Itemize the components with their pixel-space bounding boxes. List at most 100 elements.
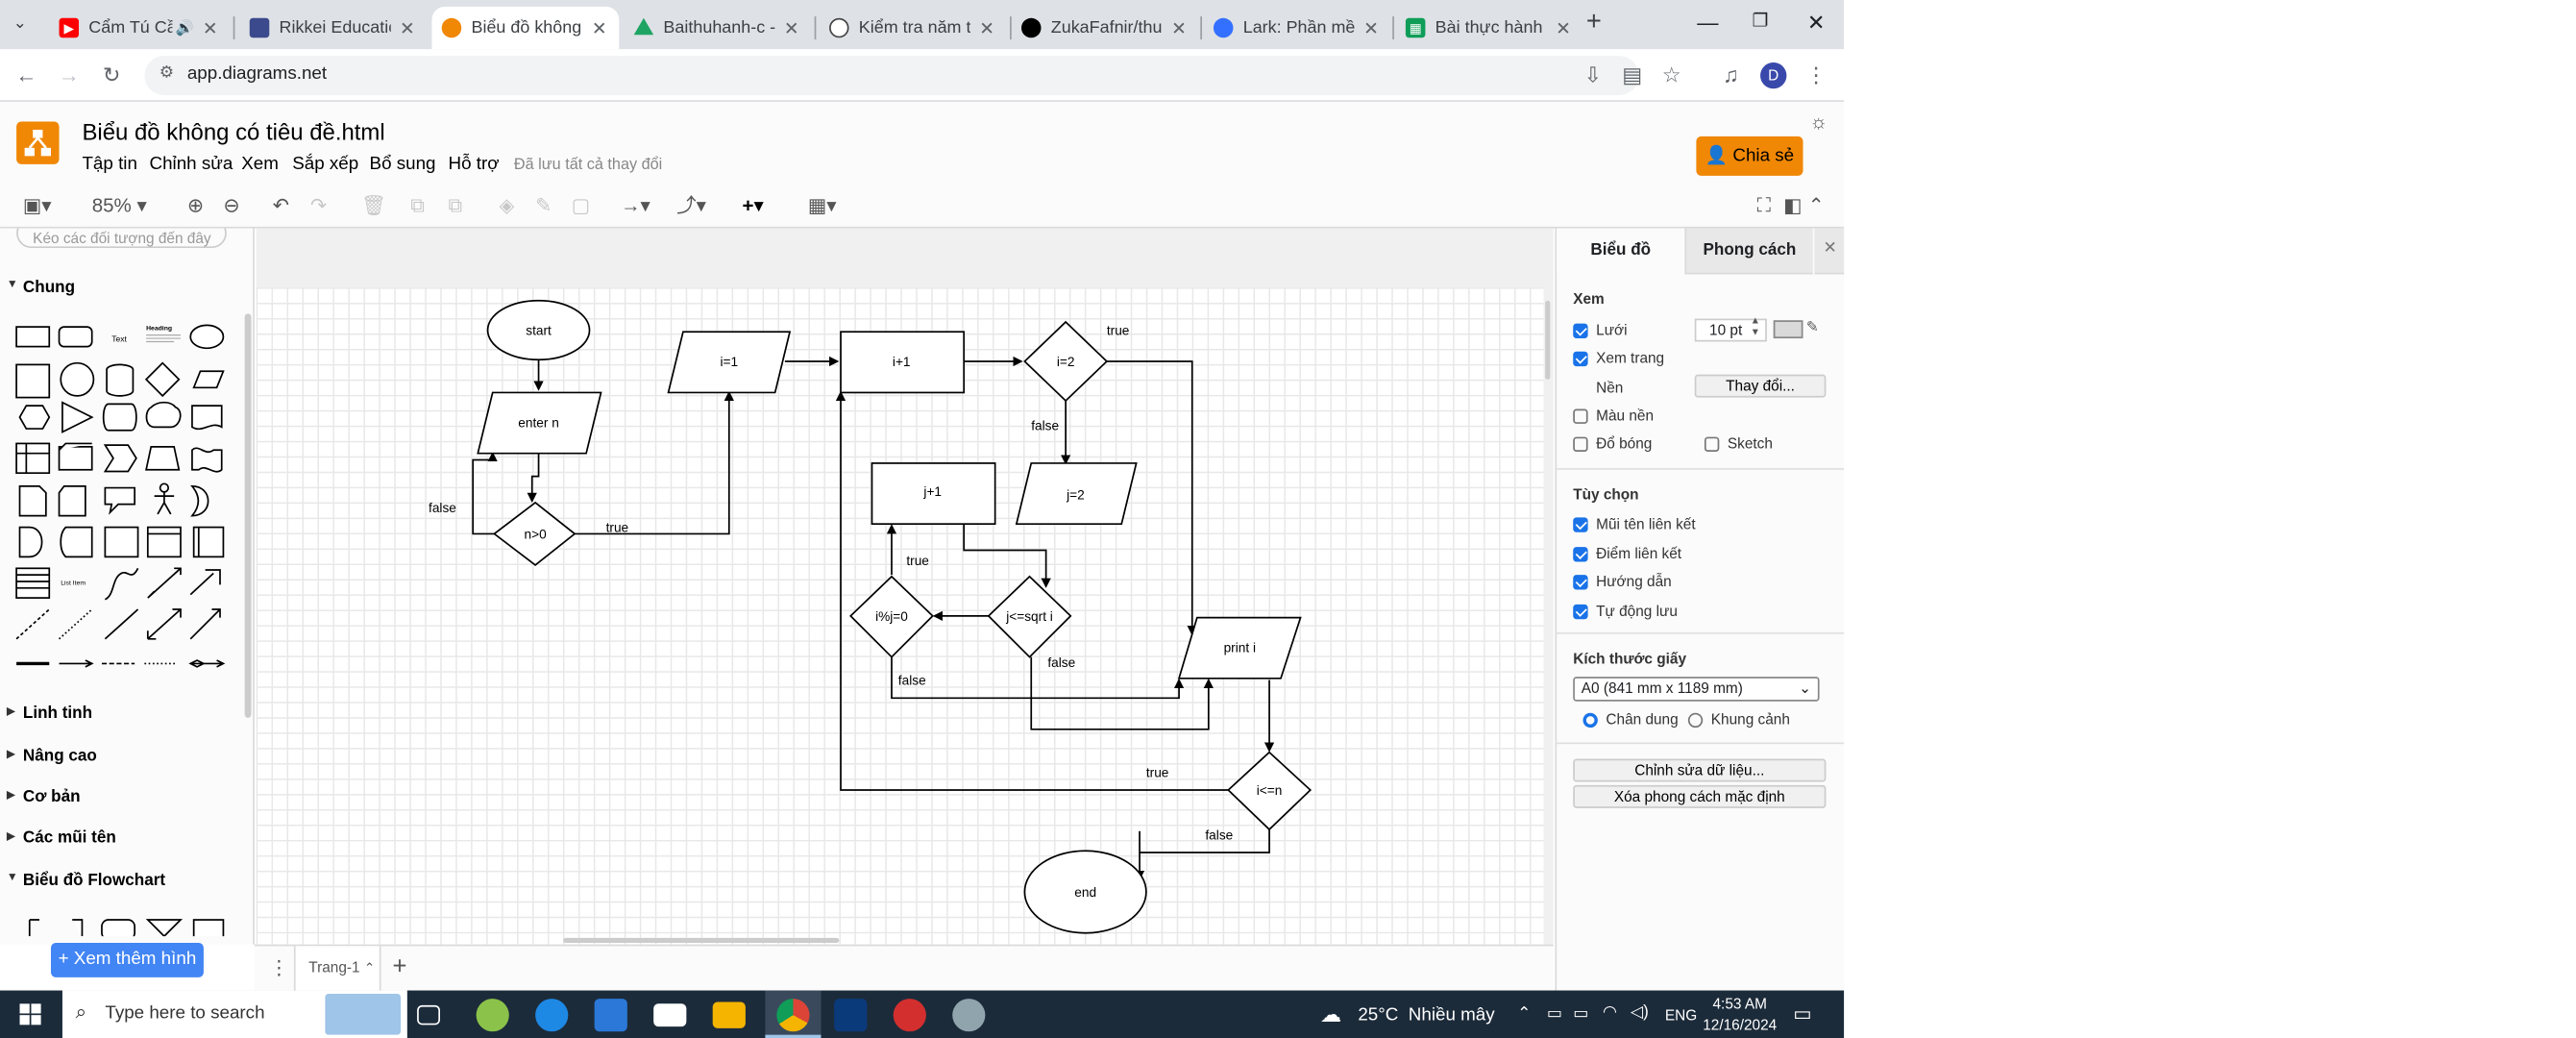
clear-style-button[interactable]: Xóa phong cách mặc định	[1573, 784, 1827, 808]
pages-menu-icon[interactable]: ⋮	[269, 956, 289, 979]
add-page-button[interactable]: +	[392, 952, 406, 980]
edit-data-button[interactable]: Chỉnh sửa dữ liệu...	[1573, 758, 1827, 782]
battery-icon[interactable]: ▭	[1573, 1005, 1588, 1024]
line-color-icon[interactable]: ✎	[535, 192, 552, 218]
menu-help[interactable]: Hỗ trợ	[449, 155, 500, 175]
mail-icon[interactable]	[653, 1003, 687, 1027]
forward-icon[interactable]: →	[56, 62, 82, 88]
browser-tab-active[interactable]: Biểu đồ không c ✕	[431, 6, 620, 50]
store-icon[interactable]	[594, 999, 627, 1032]
undo-icon[interactable]: ↶	[273, 192, 289, 218]
new-tab-button[interactable]: +	[1586, 9, 1602, 38]
sketch-checkbox[interactable]: Sketch	[1704, 435, 1773, 452]
save-status[interactable]: Đã lưu tất cả thay đổi	[514, 156, 662, 174]
bookmark-star-icon[interactable]: ☆	[1658, 62, 1684, 88]
to-back-icon[interactable]: ⧉	[449, 192, 463, 218]
section-arrows[interactable]: ▶ Các mũi tên	[0, 829, 243, 848]
close-icon[interactable]: ✕	[781, 17, 801, 39]
flowchart-shapes-row[interactable]	[10, 913, 230, 937]
shadow-icon[interactable]: ▢	[572, 192, 590, 218]
minimize-button[interactable]: —	[1691, 10, 1724, 39]
bg-color-checkbox[interactable]: Màu nền	[1573, 408, 1654, 424]
app-icon-3[interactable]	[952, 999, 986, 1032]
more-shapes-button[interactable]: + Xem thêm hình	[50, 942, 204, 977]
weather-text[interactable]: 25°C Nhiều mây	[1358, 1005, 1494, 1026]
format-panel-icon[interactable]: ▣▾	[23, 192, 52, 218]
address-bar[interactable]: ⚙ app.diagrams.net	[144, 56, 1639, 96]
close-panel-icon[interactable]: ✕	[1814, 228, 1845, 275]
zoom-out-icon[interactable]: ⊖	[223, 192, 239, 218]
flowchart-diagram[interactable]: start enter n n>0 i=1 i+1 i=2 j+1 j=2 i%…	[257, 229, 1554, 945]
menu-file[interactable]: Tập tin	[82, 155, 136, 175]
browser-tab[interactable]: ▦ Bài thực hành C ✕	[1396, 7, 1583, 49]
insert-icon[interactable]: +▾	[742, 192, 763, 218]
menu-extras[interactable]: Bổ sung	[370, 155, 436, 175]
windows-start-icon[interactable]	[19, 1003, 41, 1026]
edge-icon[interactable]	[535, 999, 569, 1032]
chevron-up-icon[interactable]: ⌃	[364, 961, 375, 976]
stepper-icon[interactable]: ▲ ▼	[1751, 317, 1760, 340]
close-icon[interactable]: ✕	[200, 17, 220, 39]
option-checkbox[interactable]: Mũi tên liên kết	[1573, 516, 1696, 532]
document-title[interactable]: Biểu đồ không có tiêu đề.html	[82, 118, 384, 144]
browser-tab[interactable]: ▶ Cẩm Tú Cầu 🔊 ✕	[49, 7, 230, 49]
close-icon[interactable]: ✕	[1362, 17, 1382, 39]
file-explorer-icon[interactable]	[712, 1001, 746, 1028]
chrome-taskbar-item[interactable]	[765, 990, 822, 1038]
browser-tab[interactable]: Baithuhanh-c - G ✕	[624, 7, 811, 49]
reload-icon[interactable]: ↻	[99, 62, 125, 88]
install-app-icon[interactable]: ⇩	[1580, 62, 1606, 88]
browser-tab[interactable]: Lark: Phần mềm ✕	[1204, 7, 1391, 49]
menu-view[interactable]: Xem	[241, 155, 279, 175]
landscape-radio[interactable]: Khung cảnh	[1687, 711, 1790, 728]
panel-scrollbar[interactable]	[244, 313, 252, 718]
section-basic[interactable]: ▶ Cơ bản	[0, 788, 243, 806]
close-icon[interactable]: ✕	[1169, 17, 1190, 39]
change-background-button[interactable]: Thay đổi...	[1694, 374, 1827, 398]
app-icon-2[interactable]	[893, 999, 926, 1032]
weather-icon[interactable]: ☁	[1320, 1001, 1341, 1027]
shape-search-input[interactable]: Kéo các đối tượng đến đây	[16, 228, 227, 249]
section-general[interactable]: ▼ Chung	[0, 280, 243, 298]
volume-icon[interactable]: ◁)	[1631, 1003, 1649, 1022]
avatar[interactable]: D	[1760, 62, 1787, 89]
zoom-select[interactable]: 85% ▾	[92, 192, 164, 218]
table-icon[interactable]: ▦▾	[808, 192, 837, 218]
notification-icon[interactable]: ▭	[1793, 1001, 1811, 1025]
tab-diagram[interactable]: Biểu đồ	[1557, 228, 1685, 275]
maximize-button[interactable]: ❐	[1744, 10, 1777, 39]
browser-tab[interactable]: Kiểm tra năm tiế ✕	[820, 7, 1007, 49]
close-icon[interactable]: ✕	[398, 17, 418, 39]
tab-style[interactable]: Phong cách	[1684, 228, 1813, 275]
app-icon-1[interactable]	[476, 999, 509, 1032]
menu-arrange[interactable]: Sắp xếp	[292, 155, 358, 175]
section-flowchart[interactable]: ▼ Biểu đồ Flowchart	[0, 872, 243, 890]
zoom-in-icon[interactable]: ⊕	[187, 192, 204, 218]
dev-app-icon[interactable]	[834, 999, 868, 1032]
fullscreen-icon[interactable]: ⛶	[1757, 192, 1771, 218]
delete-icon[interactable]: 🗑	[361, 192, 386, 218]
taskbar-search[interactable]: ⌕ Type here to search	[61, 990, 407, 1038]
task-view-icon[interactable]	[417, 1004, 441, 1026]
chevron-up-icon[interactable]: ⌃	[1517, 1005, 1531, 1024]
close-window-button[interactable]: ✕	[1800, 10, 1832, 39]
clock-time[interactable]: 4:53 AM	[1712, 996, 1766, 1012]
site-info-icon[interactable]: ⚙	[159, 64, 174, 83]
browser-tab[interactable]: ZukaFafnir/thuch ✕	[1012, 7, 1199, 49]
wifi-icon[interactable]: ◠	[1603, 1003, 1617, 1022]
redo-icon[interactable]: ↷	[310, 192, 327, 218]
tray-icon[interactable]: ▭	[1547, 1005, 1562, 1024]
browser-tab[interactable]: Rikkei Education ✕	[240, 7, 428, 49]
back-icon[interactable]: ←	[13, 62, 39, 88]
menu-edit[interactable]: Chỉnh sửa	[150, 155, 233, 175]
section-advanced[interactable]: ▶ Nâng cao	[0, 748, 243, 766]
portrait-radio[interactable]: Chân dung	[1582, 711, 1679, 728]
page-view-checkbox[interactable]: Xem trang	[1573, 350, 1664, 366]
option-checkbox[interactable]: Tự động lưu	[1573, 603, 1678, 619]
tab-search-icon[interactable]: ⌄	[13, 14, 27, 33]
grid-checkbox[interactable]: Lưới	[1573, 322, 1628, 338]
section-misc[interactable]: ▶ Linh tinh	[0, 704, 243, 723]
clock-date[interactable]: 12/16/2024	[1703, 1017, 1777, 1033]
language-indicator[interactable]: ENG	[1665, 1007, 1697, 1024]
fill-color-icon[interactable]: ◈	[500, 192, 515, 218]
